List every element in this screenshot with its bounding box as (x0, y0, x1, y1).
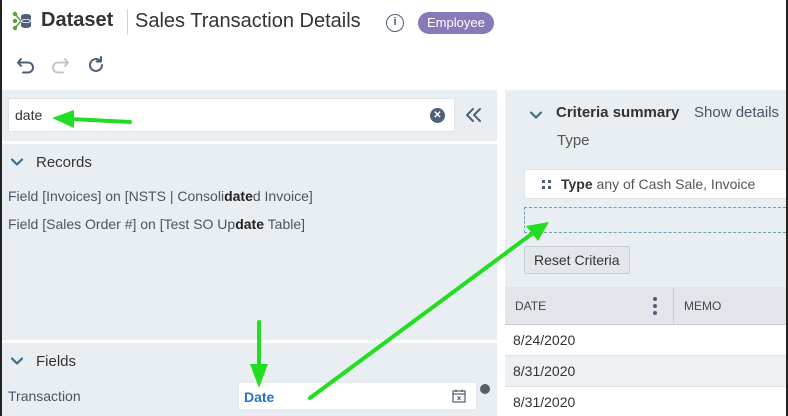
section-divider (2, 340, 497, 343)
info-icon[interactable]: i (386, 14, 404, 32)
criteria-type-label: Type (557, 132, 590, 149)
grid-header: DATE MEMO (505, 287, 786, 325)
search-match: date (235, 216, 265, 232)
undo-icon (17, 58, 34, 74)
table-row[interactable]: 8/31/2020 (505, 356, 786, 387)
criteria-summary-title: Criteria summary (556, 104, 680, 121)
collapse-panel-icon[interactable] (463, 104, 485, 126)
records-section-header[interactable]: Records (10, 152, 92, 172)
criteria-chip[interactable]: Type any of Cash Sale, Invoice (524, 169, 786, 199)
scroll-indicator (480, 384, 490, 394)
panel-gap (497, 90, 505, 416)
column-header-memo[interactable]: MEMO (684, 299, 721, 313)
field-group-label: Transaction (8, 388, 81, 404)
date-cell: 8/31/2020 (513, 363, 576, 379)
page-title: Sales Transaction Details (135, 10, 361, 32)
table-row[interactable]: 8/24/2020 (505, 325, 786, 356)
chevron-down-icon (10, 357, 24, 365)
section-divider (2, 141, 497, 144)
record-item[interactable]: Field [Sales Order #] on [Test SO Update… (8, 216, 305, 232)
page-header: Dataset Sales Transaction Details i Empl… (2, 0, 786, 44)
refresh-icon (89, 56, 103, 72)
search-match: date (224, 188, 253, 204)
role-badge: Employee (418, 12, 494, 34)
clear-search-icon[interactable]: ✕ (430, 108, 445, 123)
date-cell: 8/24/2020 (513, 332, 576, 348)
date-field-chip[interactable]: Date (238, 382, 477, 410)
dataset-logo-icon (12, 11, 32, 31)
chevron-down-icon[interactable] (529, 108, 543, 122)
toolbar (2, 44, 786, 90)
fields-title: Fields (36, 352, 77, 370)
column-menu-icon[interactable] (652, 296, 658, 316)
show-details-link[interactable]: Show details (694, 104, 779, 121)
search-input[interactable] (15, 105, 415, 125)
criteria-chip-field: Type (561, 176, 593, 192)
reset-criteria-button[interactable]: Reset Criteria (524, 246, 630, 274)
calendar-icon (452, 389, 466, 403)
criteria-drop-zone[interactable] (524, 207, 786, 233)
undo-button[interactable] (13, 52, 39, 78)
records-title: Records (36, 153, 92, 171)
column-separator[interactable] (673, 287, 674, 325)
record-item[interactable]: Field [Invoices] on [NSTS | Consolidated… (8, 188, 313, 204)
column-header-date[interactable]: DATE (515, 299, 546, 313)
table-row[interactable]: 8/31/2020 (505, 387, 786, 416)
drag-handle-icon[interactable] (542, 180, 552, 190)
app-name: Dataset (41, 9, 114, 31)
redo-button[interactable] (47, 52, 73, 78)
search-box: ✕ (8, 98, 455, 132)
field-chip-label: Date (244, 389, 275, 405)
date-cell: 8/31/2020 (513, 394, 576, 410)
results-grid: DATE MEMO 8/24/2020 8/31/2020 8/31/2020 (505, 287, 786, 416)
refresh-button[interactable] (83, 52, 109, 78)
chevron-down-icon (10, 158, 24, 166)
header-separator (127, 9, 128, 35)
right-panel: Criteria summary Show details Type Type … (505, 90, 786, 416)
redo-icon (52, 58, 69, 74)
criteria-chip-value: any of Cash Sale, Invoice (592, 176, 756, 192)
left-panel: ✕ Records Field [Invoices] on [NSTS | Co… (2, 90, 497, 416)
fields-section-header[interactable]: Fields (10, 351, 76, 371)
